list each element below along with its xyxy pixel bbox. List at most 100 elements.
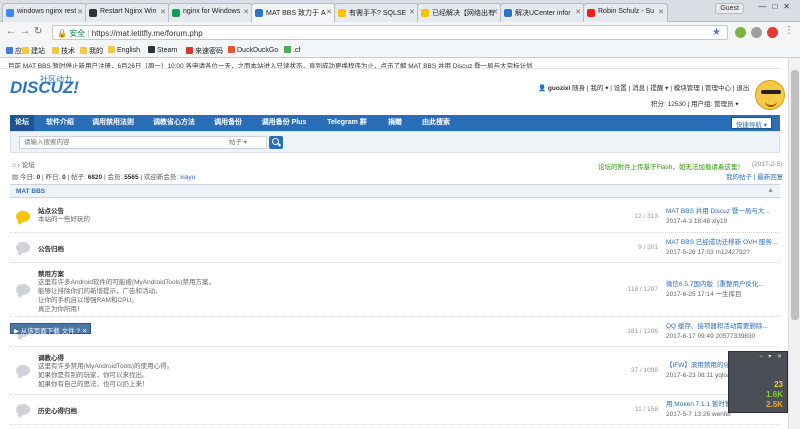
nav-item[interactable]: 调用禁用法则 xyxy=(84,115,142,131)
extension-green-icon[interactable] xyxy=(735,27,746,38)
forum-row: 公告归档 9 / 301 MAT BBS 已经成功迁移新 OVH 服务... 2017… xyxy=(10,233,780,263)
browser-tab[interactable]: 解决UCenter infor ✕ xyxy=(500,3,585,22)
tab-close-icon[interactable]: ✕ xyxy=(326,8,332,16)
tab-title: Robin Schulz - Su xyxy=(598,8,655,15)
tab-close-icon[interactable]: ✕ xyxy=(77,8,83,16)
back-button[interactable]: ← xyxy=(6,26,16,37)
bookmark-item[interactable]: .cf xyxy=(284,46,300,54)
forum-last-post: MAT BBS 已经成功迁移新 OVH 服务... 2017-5-26 17:03… xyxy=(666,238,777,258)
category-header[interactable]: MAT BBS ▲ xyxy=(10,184,780,198)
nav-item[interactable]: 软件介绍 xyxy=(40,115,80,131)
maximize-button[interactable]: □ xyxy=(772,2,783,11)
user-links[interactable]: 随身 | 我的 ▾ | 设置 | 消息 | 提醒 ▾ | 模块管理 | 管理中心… xyxy=(572,85,749,92)
last-post-title[interactable]: MAT BBS 并用 Discuz 暨一局与大... xyxy=(666,208,770,215)
forum-status-icon xyxy=(16,284,30,295)
browser-tab[interactable]: 已经解决【网络出有 ✕ xyxy=(417,3,502,22)
nav-item[interactable]: 论坛 xyxy=(10,115,34,131)
forum-status-icon xyxy=(16,211,30,222)
bookmark-star-icon[interactable]: ★ xyxy=(712,27,721,38)
last-post-meta[interactable]: 2017-5-26 17:03 m1242792? xyxy=(666,249,750,256)
collapse-icon[interactable]: ▲ xyxy=(767,187,774,194)
forum-name-link[interactable]: 公告归档 xyxy=(38,243,64,253)
nav-item[interactable]: 捐赠 xyxy=(380,115,410,131)
search-button[interactable] xyxy=(269,136,283,149)
bookmark-item[interactable]: Steam xyxy=(148,46,177,54)
close-button[interactable]: ✕ xyxy=(783,2,796,11)
forum-description: 能够让排除你们的新增提示，广告和活动。 xyxy=(38,288,162,295)
forum-row: 禁用方案 这里有许多Android软件的可能被(MyAndroidTools)禁用… xyxy=(10,263,780,317)
nav-item[interactable]: Telegram 群 xyxy=(318,115,376,131)
last-post-meta[interactable]: 2017-4-3 18:48 xly19 xyxy=(666,218,727,225)
bookmark-item[interactable]: 建站 xyxy=(22,46,45,56)
address-bar[interactable]: 🔒 安全 | https://mat.letitfly.me/forum.php… xyxy=(52,25,728,40)
tab-close-icon[interactable]: ✕ xyxy=(492,8,498,16)
search-row: 帖子 ▾ xyxy=(10,131,780,153)
last-post-title[interactable]: MAT BBS 已经成功迁移新 OVH 服务... xyxy=(666,239,777,246)
nav-item[interactable]: 由此搜索 xyxy=(414,115,458,131)
forum-name-link[interactable]: 历史心得归档 xyxy=(38,405,77,415)
bookmark-item[interactable]: English xyxy=(108,46,140,54)
newest-member-link[interactable]: xiayu xyxy=(180,174,195,181)
bookmark-item[interactable]: 来速密码 xyxy=(186,46,223,56)
last-post-meta[interactable]: 2017-6-17 09:49 20577339830 xyxy=(666,333,755,340)
last-post-meta[interactable]: 2017-6-25 17:14 一生挥目 xyxy=(666,291,742,298)
window-controls[interactable]: —□✕ xyxy=(758,2,796,11)
category-title[interactable]: MAT BBS xyxy=(16,188,45,195)
nav-item[interactable]: 调用备份 Plus xyxy=(254,115,314,131)
forward-button[interactable]: → xyxy=(20,26,30,37)
browser-tab[interactable]: windows nginx rest ✕ xyxy=(2,3,87,22)
browser-tab[interactable]: Robin Schulz - Su ✕ xyxy=(583,3,668,22)
forum-name-link[interactable]: 禁用方案 xyxy=(38,268,64,278)
bookmark-item[interactable]: 我的 xyxy=(80,46,103,56)
last-post-title[interactable]: QQ 缓存、接项器和活动需要删除... xyxy=(666,323,768,330)
last-post-title[interactable]: 微信6.5.7国内版（重整用户反化... xyxy=(666,281,764,288)
announcement-link[interactable]: 论坛的附件上传基于Flash，如无法加载请着这里！ xyxy=(598,161,744,171)
browser-tab[interactable]: MAT BBS 致力于 A ✕ xyxy=(251,3,336,22)
network-monitor-widget[interactable]: − ▾ ✕ 23 1.6K 2.5K xyxy=(728,351,788,413)
extension-gray-icon[interactable] xyxy=(751,27,762,38)
tab-close-icon[interactable]: ✕ xyxy=(243,8,249,16)
stat-today: 0 xyxy=(36,174,41,181)
forum-row: 历史心得归档 11 / 158 用 Moken 7.1.1 暂时暂化 MyAndro… xyxy=(10,395,780,425)
browser-tab[interactable]: Restart Nginx Win ✕ xyxy=(85,3,170,22)
tab-close-icon[interactable]: ✕ xyxy=(575,8,581,16)
username-link[interactable]: guozixi xyxy=(548,85,570,92)
download-toolbar[interactable]: ▶ 从该页面下载 文件 ? ✕ xyxy=(10,323,92,335)
reload-button[interactable]: ↻ xyxy=(34,26,42,37)
tab-close-icon[interactable]: ✕ xyxy=(658,8,664,16)
search-scope-select[interactable]: 帖子 ▾ xyxy=(229,136,247,146)
browser-tab[interactable]: 有需手不? SQLSE ✕ xyxy=(334,3,419,22)
tab-close-icon[interactable]: ✕ xyxy=(409,8,415,16)
bookmark-item[interactable]: 技术 xyxy=(52,46,75,56)
profile-button[interactable]: Guest xyxy=(715,3,744,14)
forum-last-post: 微信6.5.7国内版（重整用户反化... 2017-6-25 17:14 一生挥目 xyxy=(666,280,764,300)
forum-description: 这里有许多Android软件的可能被(MyAndroidTools)禁用方案。 xyxy=(38,279,215,286)
forum-description: 让你的手机自以增强RAM和CPU。 xyxy=(38,297,138,304)
forum-name-link[interactable]: 站点公告 xyxy=(38,205,64,215)
widget-controls[interactable]: − ▾ ✕ xyxy=(759,353,784,360)
user-credits[interactable]: 积分: 12530 | 用户组: 管理员 ▾ xyxy=(651,98,739,108)
bookmark-item[interactable]: DuckDuckGo xyxy=(228,46,278,54)
my-posts-links[interactable]: 我的帖子 | 最新回复 xyxy=(726,171,783,181)
forum-name-link[interactable]: 调教心得 xyxy=(38,352,64,362)
browser-tab[interactable]: nginx for Windows ✕ xyxy=(168,3,253,22)
discuz-logo[interactable]: DISCUZ! xyxy=(10,78,79,98)
quick-nav-button[interactable]: 快捷导航 ▾ xyxy=(730,117,772,129)
adblock-icon[interactable] xyxy=(767,27,778,38)
scrollbar-thumb[interactable] xyxy=(791,70,799,320)
breadcrumb[interactable]: ⌂ › 论坛 xyxy=(12,159,35,169)
forum-description: 本站的一些好玩的 xyxy=(38,216,90,223)
tab-favicon-icon xyxy=(6,9,14,17)
last-post-meta[interactable]: 2017-5-7 13:26 wenfei xyxy=(666,411,731,418)
nav-item[interactable]: 调用备份 xyxy=(206,115,250,131)
tab-close-icon[interactable]: ✕ xyxy=(160,8,166,16)
bookmark-folder-icon xyxy=(284,46,291,53)
menu-icon[interactable]: ⋮ xyxy=(784,25,794,36)
forum-stats: 118 / 1297 xyxy=(627,286,658,293)
page-scrollbar[interactable] xyxy=(788,58,800,429)
nav-item[interactable]: 调教省心方法 xyxy=(146,115,202,131)
forum-page: 社区动力 DISCUZ! 👤 guozixi 随身 | 我的 ▾ | 设置 | … xyxy=(0,70,788,429)
forum-stats: 9 / 301 xyxy=(638,244,658,251)
bookmark-folder-icon xyxy=(80,47,87,54)
minimize-button[interactable]: — xyxy=(758,2,772,11)
